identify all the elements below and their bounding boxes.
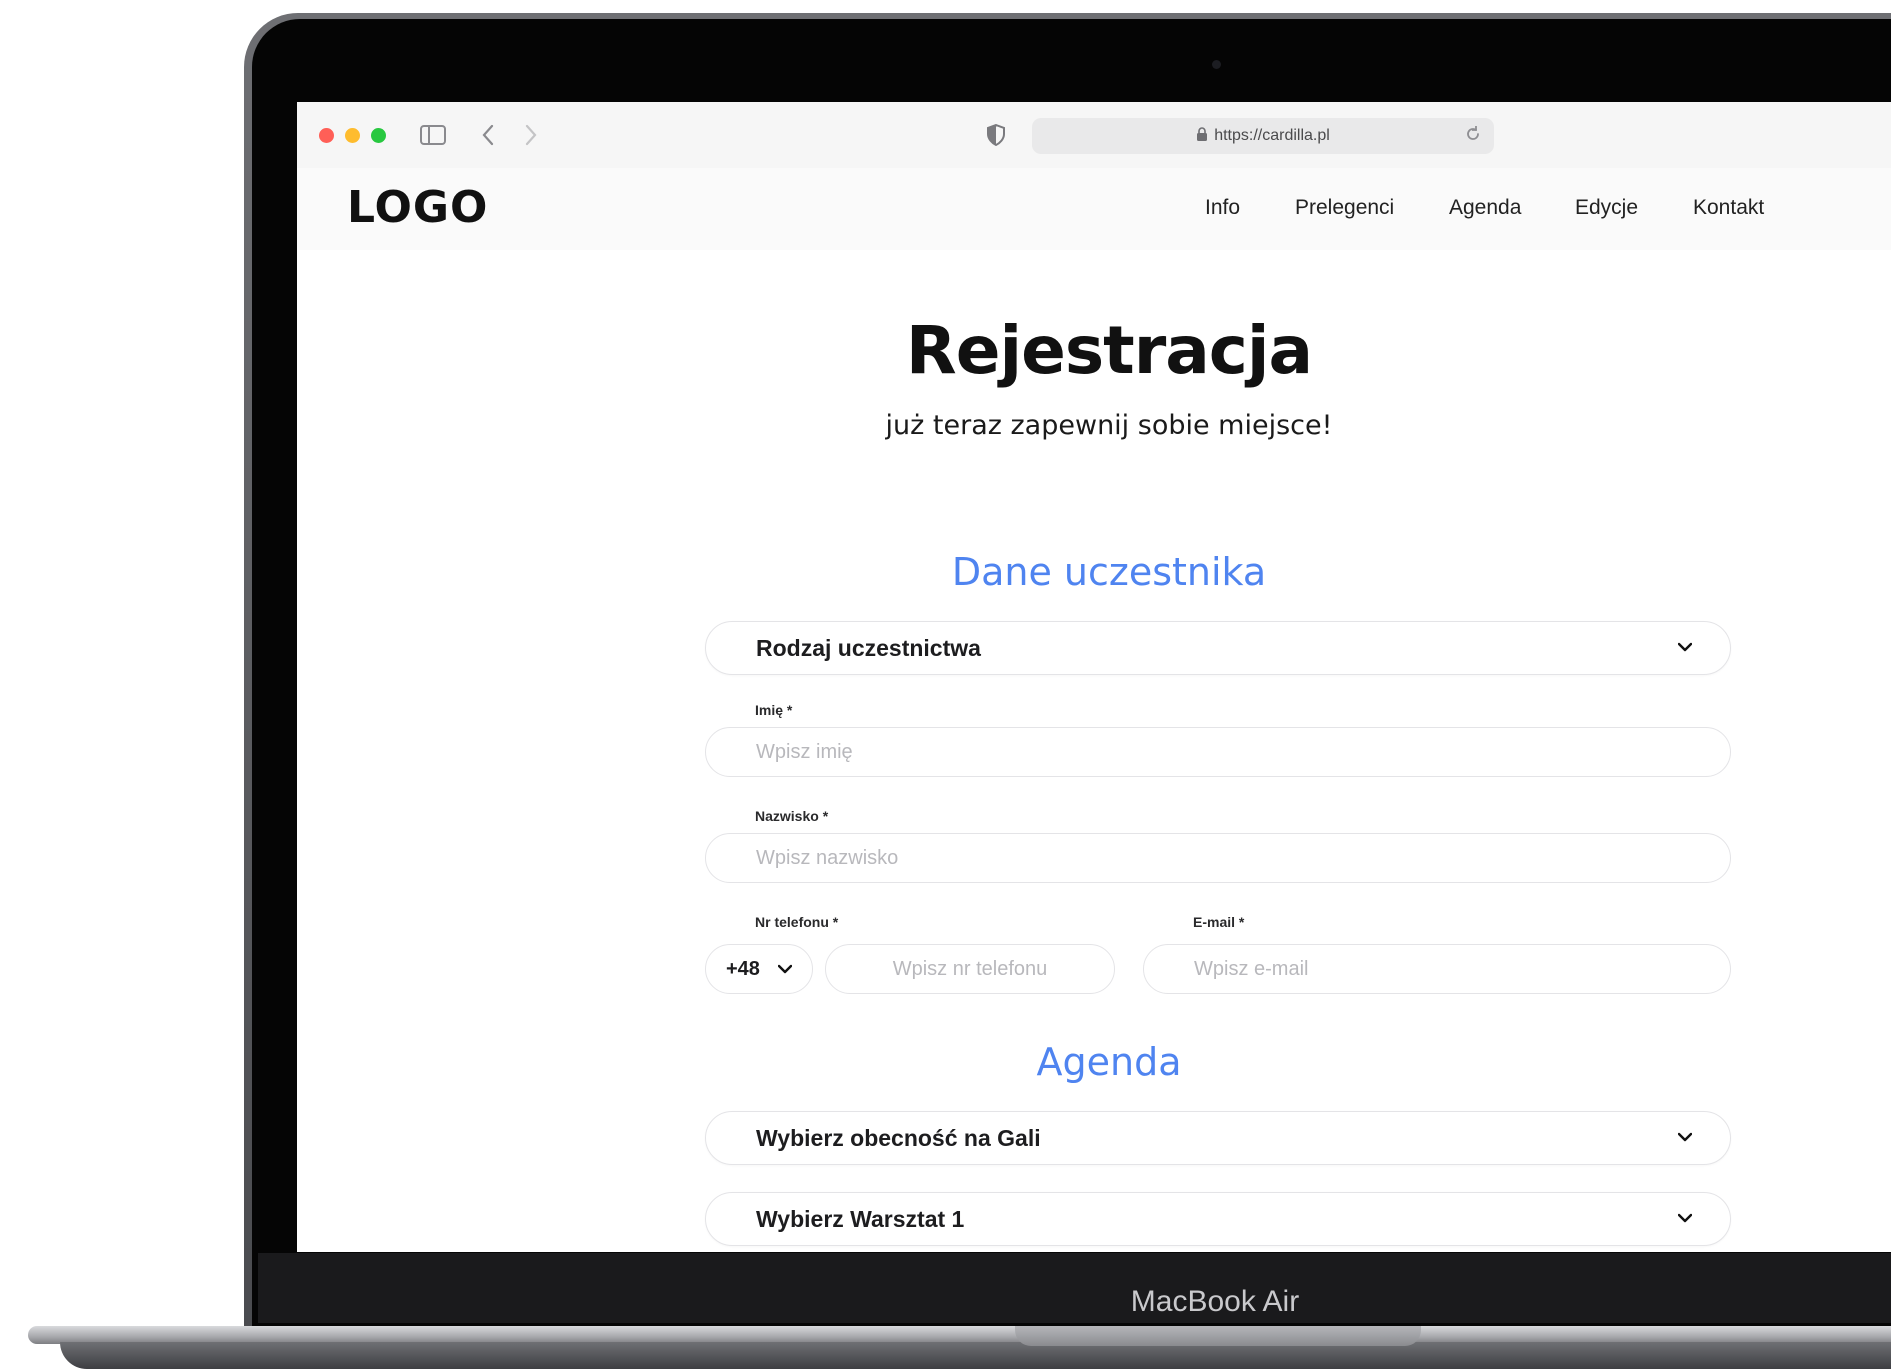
first-name-input[interactable] xyxy=(705,727,1731,777)
gala-select[interactable]: Wybierz obecność na Gali xyxy=(705,1111,1731,1165)
last-name-label: Nazwisko * xyxy=(755,808,829,824)
laptop-base-shadow xyxy=(60,1342,1891,1369)
gala-select-label: Wybierz obecność na Gali xyxy=(756,1125,1041,1151)
first-name-label: Imię * xyxy=(755,702,793,718)
browser-toolbar: https://cardilla.pl xyxy=(297,102,1891,169)
close-window-button[interactable] xyxy=(319,128,334,143)
last-name-input[interactable] xyxy=(705,833,1731,883)
page-title: Rejestracja xyxy=(905,312,1313,389)
nav-item-kontakt[interactable]: Kontakt xyxy=(1693,196,1764,220)
workshop-select-label: Wybierz Warsztat 1 xyxy=(756,1206,965,1232)
page-subtitle: już teraz zapewnij sobie miejsce! xyxy=(885,410,1333,441)
email-input[interactable] xyxy=(1143,944,1731,994)
site-header: LOGO Info Prelegenci Agenda Edycje Konta… xyxy=(297,168,1891,250)
zoom-window-button[interactable] xyxy=(371,128,386,143)
reload-icon[interactable] xyxy=(1464,125,1482,148)
participation-type-label: Rodzaj uczestnictwa xyxy=(756,635,981,661)
minimize-window-button[interactable] xyxy=(345,128,360,143)
address-bar[interactable]: https://cardilla.pl xyxy=(1032,118,1494,154)
nav-item-info[interactable]: Info xyxy=(1205,196,1240,220)
browser-window: https://cardilla.pl LOGO Info Prelegenci… xyxy=(297,102,1891,1252)
email-label: E-mail * xyxy=(1193,914,1245,930)
country-code-select[interactable]: +48 xyxy=(705,944,813,994)
nav-item-agenda[interactable]: Agenda xyxy=(1449,196,1521,220)
camera xyxy=(1212,60,1221,69)
chevron-down-icon xyxy=(1678,1213,1692,1223)
chevron-down-icon xyxy=(1678,642,1692,652)
address-bar-text: https://cardilla.pl xyxy=(1032,118,1494,154)
laptop-hinge-notch xyxy=(1015,1326,1421,1346)
back-icon[interactable] xyxy=(476,119,500,151)
section-title-participant: Dane uczestnika xyxy=(951,550,1267,594)
workshop-select[interactable]: Wybierz Warsztat 1 xyxy=(705,1192,1731,1246)
chevron-down-icon xyxy=(778,964,792,974)
nav-item-edycje[interactable]: Edycje xyxy=(1575,196,1638,220)
shield-icon[interactable] xyxy=(983,119,1009,151)
country-code-value: +48 xyxy=(726,958,760,980)
lock-icon xyxy=(1196,120,1208,156)
chevron-down-icon xyxy=(1678,1132,1692,1142)
phone-label: Nr telefonu * xyxy=(755,914,839,930)
forward-icon[interactable] xyxy=(519,119,543,151)
section-title-agenda: Agenda xyxy=(1036,1040,1182,1084)
device-label: MacBook Air xyxy=(1130,1285,1300,1318)
nav-item-prelegenci[interactable]: Prelegenci xyxy=(1295,196,1394,220)
sidebar-icon[interactable] xyxy=(418,119,448,151)
phone-input[interactable] xyxy=(825,944,1115,994)
participation-type-select[interactable]: Rodzaj uczestnictwa xyxy=(705,621,1731,675)
url: https://cardilla.pl xyxy=(1214,127,1330,144)
logo[interactable]: LOGO xyxy=(347,182,488,233)
